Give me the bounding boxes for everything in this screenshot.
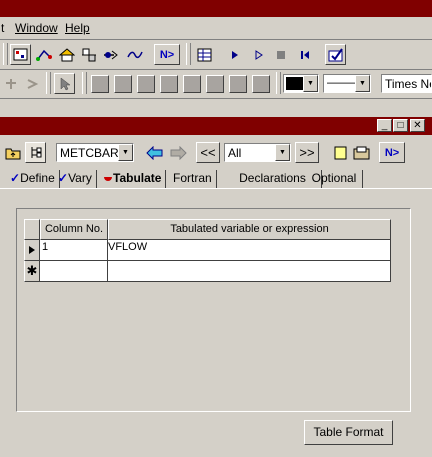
tab-fortran-label: Fortran [173,171,212,185]
stream-connect-icon[interactable] [34,44,55,65]
block-split-icon[interactable] [78,44,99,65]
define-check-icon: ✓ [10,171,21,185]
table-cell-column-no[interactable]: 1 [40,240,108,261]
toolbar-grip[interactable] [3,43,8,65]
select-pointer-icon[interactable] [54,73,75,94]
toolbar-grip-3[interactable] [46,72,51,94]
shape-tool-6-icon[interactable] [206,75,224,93]
row-selector-1[interactable] [24,240,40,261]
tab-optional[interactable]: Optional [306,170,363,188]
next-input-label: N> [384,146,400,159]
run-icon[interactable] [224,44,245,65]
toolbar-format: ▼ ——— ▼ Times New [0,70,432,98]
app-title-bar [0,0,432,17]
reset-icon[interactable] [294,44,315,65]
column-header-no: Column No. [40,219,108,240]
tab-declarations-label: Declarations [239,171,306,185]
data-browser-icon[interactable] [351,142,372,163]
minimize-icon[interactable]: _ [377,119,392,132]
flow-arrow-icon[interactable] [100,44,121,65]
table-corner [24,219,40,240]
tab-vary-label: Vary [68,171,92,185]
menu-bar: t Window Help [0,17,432,40]
filter-dropdown-icon[interactable]: ▼ [275,144,290,161]
font-name-select[interactable]: Times New [381,74,432,93]
shape-tool-4-icon[interactable] [160,75,178,93]
shape-tool-2-icon[interactable] [114,75,132,93]
workspace-area [0,98,432,118]
shape-tool-1-icon[interactable] [91,75,109,93]
filter-value: All [228,146,242,160]
tree-view-icon[interactable] [25,142,46,163]
menu-item-help[interactable]: Help [65,21,90,35]
stop-icon[interactable] [270,44,291,65]
forward-arrow-icon[interactable] [167,142,188,163]
tab-tabulate-label: Tabulate [113,171,162,185]
table-format-button[interactable]: Table Format [304,420,393,445]
check-results-icon[interactable] [325,44,346,65]
toolbar-main: N> [0,40,432,70]
line-style-select[interactable]: ——— ▼ [323,74,371,93]
tab-fortran[interactable]: Fortran [169,170,217,188]
menu-item-window[interactable]: Window [15,21,58,35]
table-cell-column-no-new[interactable] [40,261,108,282]
column-header-expression: Tabulated variable or expression [108,219,391,240]
child-window-title-bar: _ □ ✕ [0,117,432,135]
toolbar-grip-2[interactable] [186,43,191,65]
shape-tool-8-icon[interactable] [252,75,270,93]
align-right-icon[interactable] [22,73,43,94]
table-cell-expression[interactable]: VFLOW [108,240,391,261]
tab-tabulate[interactable]: Tabulate [99,170,167,188]
vary-check-icon: ✓ [58,171,69,185]
font-name-value: Times New [385,77,431,91]
table-cell-expression-new[interactable] [108,261,391,282]
folder-up-icon[interactable] [2,142,23,163]
tab-vary[interactable]: ✓Vary [54,170,97,188]
note-icon[interactable] [330,142,351,163]
block-name-value: METCBAR [60,146,119,160]
house-block-icon[interactable] [56,44,77,65]
next-input-button[interactable]: N> [379,142,405,163]
spreadsheet-icon[interactable] [194,44,215,65]
menu-item-window-label: Window [15,21,58,35]
toolbar-grip-4[interactable] [82,72,87,94]
current-row-icon [29,246,35,254]
tabulate-status-icon [104,177,112,181]
toolbar-grip-5[interactable] [276,72,281,94]
filter-select[interactable]: All ▼ [224,143,291,162]
block-name-dropdown-icon[interactable]: ▼ [118,144,133,161]
step-icon[interactable] [248,44,269,65]
back-arrow-icon[interactable] [144,142,165,163]
close-icon[interactable]: ✕ [410,119,425,132]
align-left-icon[interactable] [1,73,22,94]
color-dropdown-icon[interactable]: ▼ [303,75,318,92]
next-n-icon[interactable]: N> [154,44,180,65]
menu-item-help-label: Help [65,21,90,35]
nav-next-button[interactable]: >> [295,142,319,163]
maximize-icon[interactable]: □ [393,119,408,132]
shape-tool-5-icon[interactable] [183,75,201,93]
color-picker[interactable]: ▼ [283,74,319,93]
line-style-dropdown-icon[interactable]: ▼ [355,75,370,92]
nav-prev-button[interactable]: << [196,142,220,163]
tabulate-table: Column No. Tabulated variable or express… [24,219,391,283]
model-flowsheet-icon[interactable] [10,44,31,65]
tab-define-label: Define [20,171,55,185]
shape-tool-7-icon[interactable] [229,75,247,93]
shape-tool-3-icon[interactable] [137,75,155,93]
tab-optional-label: Optional [311,171,357,185]
block-name-select[interactable]: METCBAR ▼ [56,143,134,162]
menu-item-partial[interactable]: t [1,21,4,35]
curve-icon[interactable] [124,44,145,65]
tab-define[interactable]: ✓Define [6,170,60,188]
new-row-icon[interactable]: ✱ [24,261,40,282]
color-swatch [286,77,303,90]
block-toolbar: METCBAR ▼ << All ▼ >> N> [0,137,432,167]
